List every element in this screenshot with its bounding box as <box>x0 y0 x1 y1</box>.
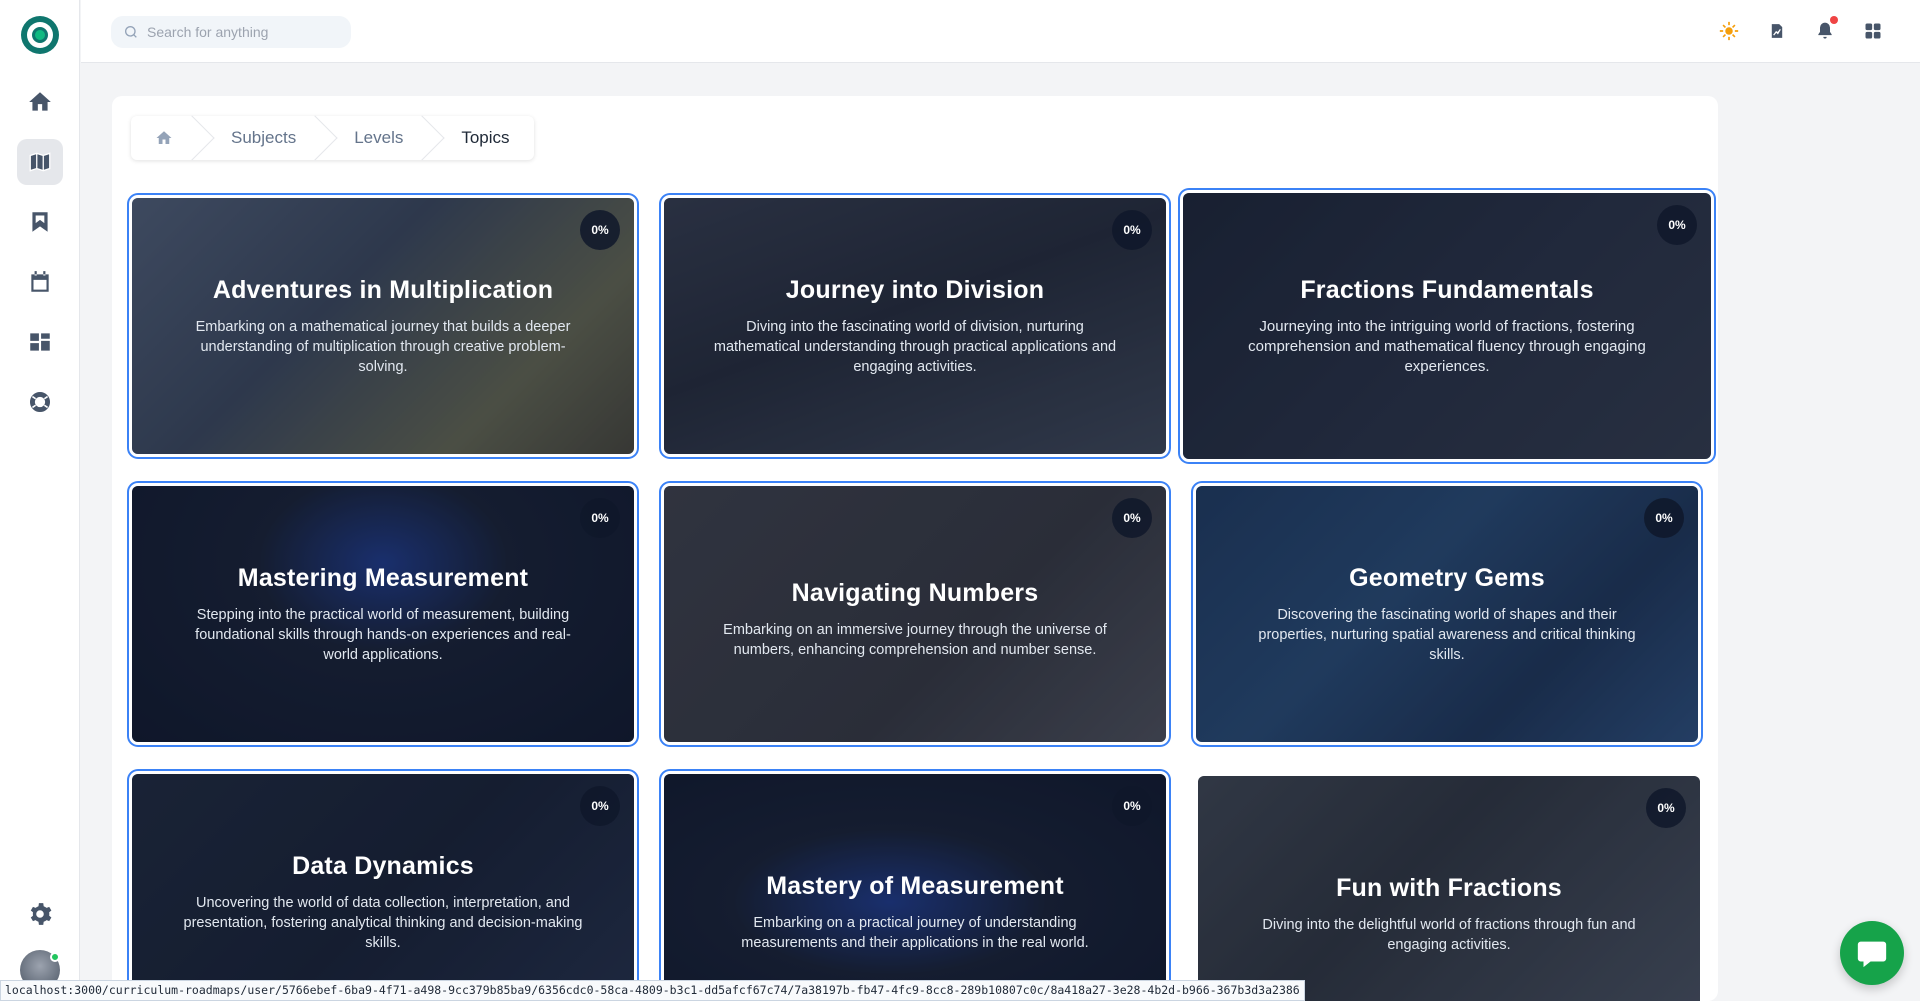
topbar <box>81 0 1920 63</box>
dashboard-icon <box>30 333 50 351</box>
topic-description: Diving into the delightful world of frac… <box>1262 916 1636 953</box>
topic-title: Navigating Numbers <box>791 578 1039 607</box>
progress-badge: 0% <box>1112 786 1152 826</box>
breadcrumb: Subjects Levels Topics <box>131 116 534 160</box>
breadcrumb-home[interactable] <box>131 116 197 160</box>
breadcrumb-subjects[interactable]: Subjects <box>197 116 320 160</box>
topic-card[interactable]: 0% Adventures in Multiplication Embarkin… <box>132 198 634 454</box>
online-status-dot <box>50 952 60 962</box>
gear-icon <box>30 903 52 925</box>
map-icon <box>29 152 51 172</box>
topic-description: Embarking on an immersive journey throug… <box>723 621 1107 658</box>
report-icon <box>1770 22 1784 40</box>
bookmark-icon <box>32 212 48 232</box>
topic-title: Data Dynamics <box>292 851 474 880</box>
topic-card[interactable]: 0% Mastery of Measurement Embarking on a… <box>664 774 1166 1001</box>
sidebar-item-bookmarks[interactable] <box>17 199 63 245</box>
home-icon <box>29 92 51 111</box>
topics-panel: Subjects Levels Topics 0% Adventures in … <box>112 96 1718 1001</box>
topic-title: Mastering Measurement <box>237 563 529 592</box>
topic-card[interactable]: 0% Geometry Gems Discovering the fascina… <box>1196 486 1698 742</box>
search-icon <box>125 26 137 38</box>
topic-description: Discovering the fascinating world of sha… <box>1258 606 1636 663</box>
bell-icon <box>1818 22 1832 39</box>
reports-button[interactable] <box>1765 19 1789 43</box>
topic-title: Adventures in Multiplication <box>212 275 554 304</box>
sidebar-item-roadmaps[interactable] <box>17 139 63 185</box>
progress-badge: 0% <box>1646 788 1686 828</box>
notification-dot <box>1830 16 1838 24</box>
topic-title: Geometry Gems <box>1349 563 1545 592</box>
progress-badge: 0% <box>1112 210 1152 250</box>
sun-icon <box>1719 21 1739 41</box>
sidebar <box>0 0 80 1001</box>
apps-button[interactable] <box>1861 19 1885 43</box>
progress-badge: 0% <box>1657 205 1697 245</box>
topic-card[interactable]: 0% Fractions Fundamentals Journeying int… <box>1183 193 1711 459</box>
sidebar-item-support[interactable] <box>17 379 63 425</box>
topic-description: Stepping into the practical world of mea… <box>195 606 571 663</box>
search-box[interactable] <box>111 16 351 48</box>
progress-badge: 0% <box>580 786 620 826</box>
search-input[interactable] <box>147 24 337 40</box>
sidebar-item-home[interactable] <box>17 79 63 125</box>
topic-card[interactable]: 0% Mastering Measurement Stepping into t… <box>132 486 634 742</box>
home-icon <box>156 131 172 144</box>
chat-button[interactable] <box>1840 921 1904 985</box>
topic-title: Fractions Fundamentals <box>1300 275 1594 304</box>
topic-title: Mastery of Measurement <box>766 871 1064 900</box>
notifications-button[interactable] <box>1813 16 1838 43</box>
topic-card[interactable]: 0% Journey into Division Diving into the… <box>664 198 1166 454</box>
apps-grid-icon <box>1865 23 1881 39</box>
sidebar-item-dashboard[interactable] <box>17 319 63 365</box>
topic-title: Journey into Division <box>785 275 1045 304</box>
topic-description: Uncovering the world of data collection,… <box>183 894 583 951</box>
topic-description: Journeying into the intriguing world of … <box>1248 317 1646 375</box>
progress-badge: 0% <box>580 498 620 538</box>
topic-description: Embarking on a mathematical journey that… <box>195 318 571 375</box>
support-icon <box>28 390 52 414</box>
sidebar-item-settings[interactable] <box>17 891 63 937</box>
app-logo[interactable] <box>21 16 59 54</box>
sidebar-item-calendar[interactable] <box>17 259 63 305</box>
progress-badge: 0% <box>1112 498 1152 538</box>
topic-card[interactable]: 0% Fun with Fractions Diving into the de… <box>1198 776 1700 1001</box>
topic-description: Embarking on a practical journey of unde… <box>741 914 1089 951</box>
theme-toggle-button[interactable] <box>1717 19 1741 43</box>
progress-badge: 0% <box>580 210 620 250</box>
topic-card[interactable]: 0% Navigating Numbers Embarking on an im… <box>664 486 1166 742</box>
topic-description: Diving into the fascinating world of div… <box>713 318 1117 375</box>
calendar-icon <box>31 271 49 292</box>
topic-title: Fun with Fractions <box>1336 873 1562 902</box>
chat-icon <box>1857 941 1887 968</box>
progress-badge: 0% <box>1644 498 1684 538</box>
topic-card[interactable]: 0% Data Dynamics Uncovering the world of… <box>132 774 634 1001</box>
